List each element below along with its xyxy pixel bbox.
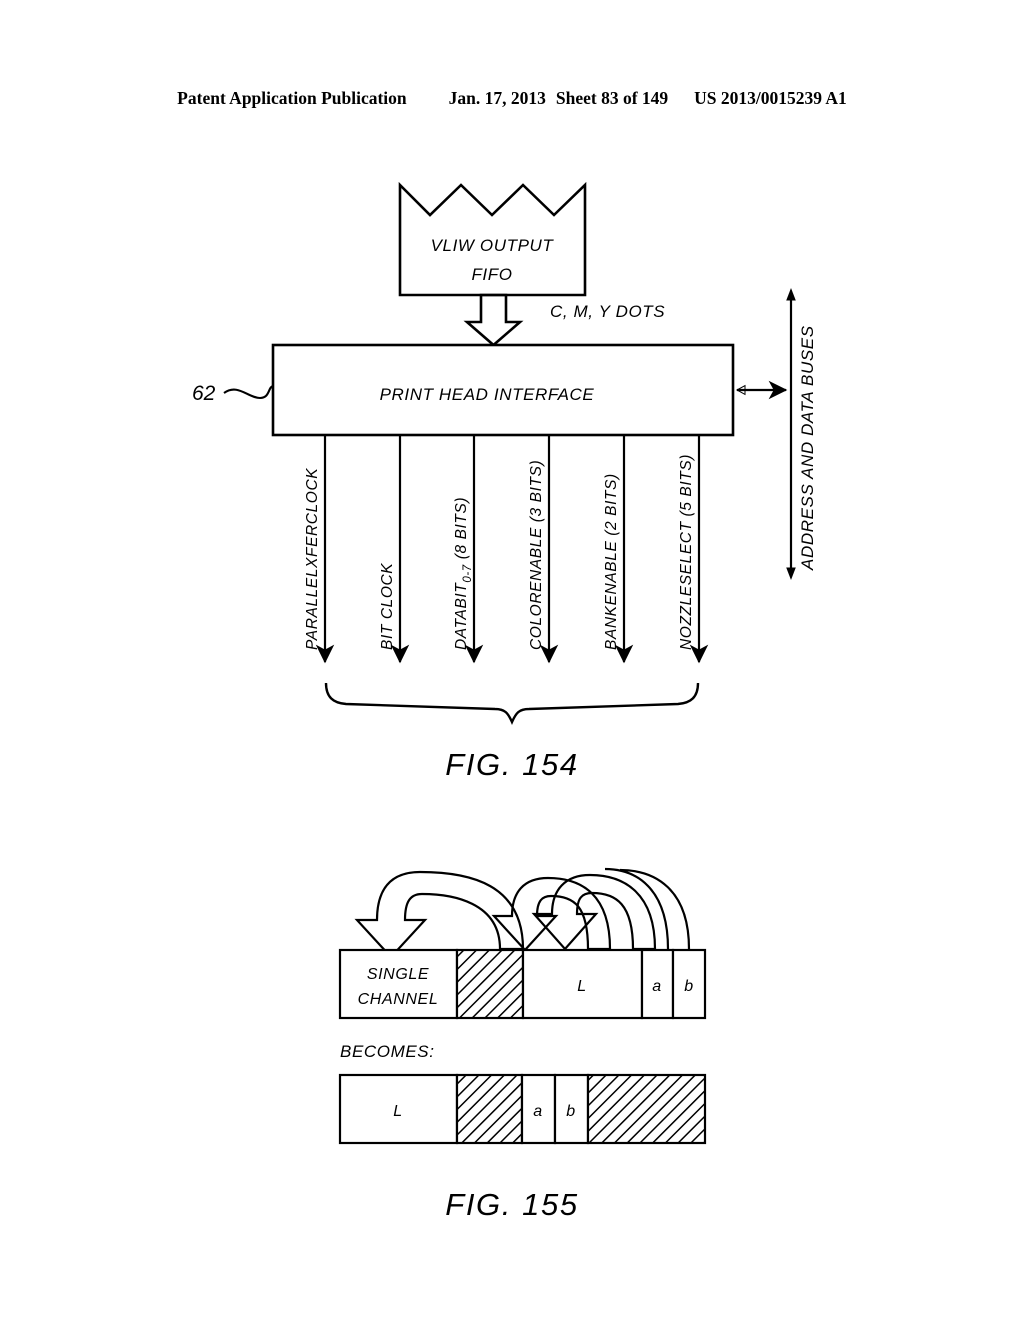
before-cell-hatched [455,948,525,1020]
before-label-l: L [577,978,587,995]
signal-label-databit: DATABIT0-7 (8 BITS) [453,497,474,650]
before-label-a: a [652,978,662,995]
reference-numeral-62: 62 [192,382,274,405]
signal-label-colorenable: COLORENABLE (3 BITS) [528,460,545,650]
vliw-output-fifo-block: VLIW OUTPUT FIFO [398,181,587,297]
vliw-fifo-label-line2: FIFO [471,265,512,284]
after-cell-hatched-2 [586,1073,707,1145]
figures-svg: VLIW OUTPUT FIFO C, M, Y DOTS PRINT HEAD… [192,181,817,1222]
signal-label-parallelxferclock: PARALLELXFERCLOCK [304,468,321,650]
fig155-caption: FIG. 155 [445,1187,578,1222]
fig155-after-bar: L a b [338,1073,707,1145]
signal-label-bit-clock: BIT CLOCK [379,563,396,650]
before-label-b: b [684,978,694,995]
print-head-interface-block: PRINT HEAD INTERFACE [271,343,735,437]
fig154-caption: FIG. 154 [445,747,578,782]
before-label-single: SINGLE [367,966,429,983]
cmy-dots-label: C, M, Y DOTS [550,302,665,321]
reference-numeral-62-text: 62 [192,382,216,405]
after-cell-hatched-1 [455,1073,524,1145]
patent-drawing-page: Patent Application Publication Jan. 17, 2… [0,0,1024,1320]
dots-flow-arrow [463,293,524,347]
print-head-interface-label: PRINT HEAD INTERFACE [380,385,595,404]
fig155-before-bar: SINGLE CHANNEL L a b [338,948,707,1020]
after-label-a: a [533,1103,543,1120]
address-data-buses-arrow: ADDRESS AND DATA BUSES [786,288,817,580]
vliw-fifo-label-line1: VLIW OUTPUT [431,236,555,255]
signals-brace [324,682,700,725]
address-data-buses-label: ADDRESS AND DATA BUSES [798,325,817,571]
before-label-channel: CHANNEL [358,991,439,1008]
fig155-rearrange-arrows [354,867,691,959]
signal-label-nozzleselect: NOZZLESELECT (5 BITS) [678,454,695,650]
signal-label-bankenable: BANKENABLE (2 BITS) [603,473,620,650]
after-label-b: b [566,1103,576,1120]
interface-bus-connector [735,380,788,400]
after-label-l: L [393,1103,403,1120]
becomes-label: BECOMES: [340,1042,435,1061]
signal-labels-group: PARALLELXFERCLOCK BIT CLOCK DATABIT0-7 (… [304,454,695,650]
